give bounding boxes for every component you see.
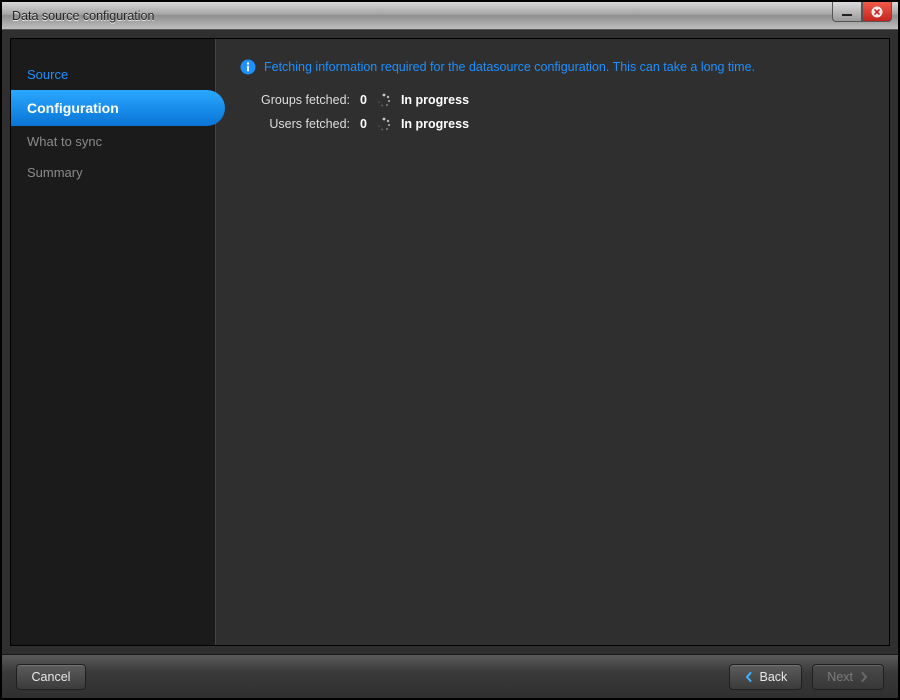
sidebar-item-label: Configuration — [27, 100, 119, 116]
status-row-users: Users fetched: 0 In progress — [240, 117, 865, 131]
wizard-sidebar: Source Configuration What to sync Summar… — [11, 39, 216, 645]
dialog-window: Data source configuration Source — [0, 0, 900, 700]
minimize-icon — [842, 14, 852, 16]
back-button[interactable]: Back — [729, 664, 803, 690]
cancel-button[interactable]: Cancel — [16, 664, 86, 690]
info-text: Fetching information required for the da… — [264, 60, 755, 74]
minimize-button[interactable] — [832, 2, 862, 22]
status-label: Users fetched: — [240, 117, 350, 131]
next-button: Next — [812, 664, 884, 690]
dialog-inner: Source Configuration What to sync Summar… — [10, 38, 890, 646]
button-label: Back — [760, 670, 788, 684]
close-icon — [871, 6, 883, 18]
info-banner: Fetching information required for the da… — [240, 59, 865, 75]
status-count: 0 — [360, 93, 367, 107]
spinner-icon — [377, 93, 391, 107]
status-count: 0 — [360, 117, 367, 131]
sidebar-item-summary: Summary — [11, 157, 215, 188]
status-state: In progress — [401, 93, 469, 107]
main-panel: Fetching information required for the da… — [216, 39, 889, 645]
dialog-footer: Cancel Back Next — [2, 654, 898, 698]
info-icon — [240, 59, 256, 75]
sidebar-item-label: What to sync — [27, 134, 102, 149]
sidebar-item-what-to-sync: What to sync — [11, 126, 215, 157]
close-button[interactable] — [862, 2, 892, 22]
status-state: In progress — [401, 117, 469, 131]
dialog-body: Source Configuration What to sync Summar… — [2, 30, 898, 654]
button-label: Cancel — [32, 670, 71, 684]
window-controls — [832, 2, 898, 29]
status-label: Groups fetched: — [240, 93, 350, 107]
sidebar-item-source[interactable]: Source — [11, 59, 215, 90]
sidebar-item-label: Source — [27, 67, 68, 82]
sidebar-item-label: Summary — [27, 165, 83, 180]
footer-right: Back Next — [729, 664, 885, 690]
chevron-left-icon — [744, 672, 754, 682]
spinner-icon — [377, 117, 391, 131]
button-label: Next — [827, 670, 853, 684]
chevron-right-icon — [859, 672, 869, 682]
status-row-groups: Groups fetched: 0 In progress — [240, 93, 865, 107]
window-title: Data source configuration — [12, 9, 154, 23]
titlebar: Data source configuration — [2, 2, 898, 30]
sidebar-item-configuration[interactable]: Configuration — [11, 90, 215, 126]
